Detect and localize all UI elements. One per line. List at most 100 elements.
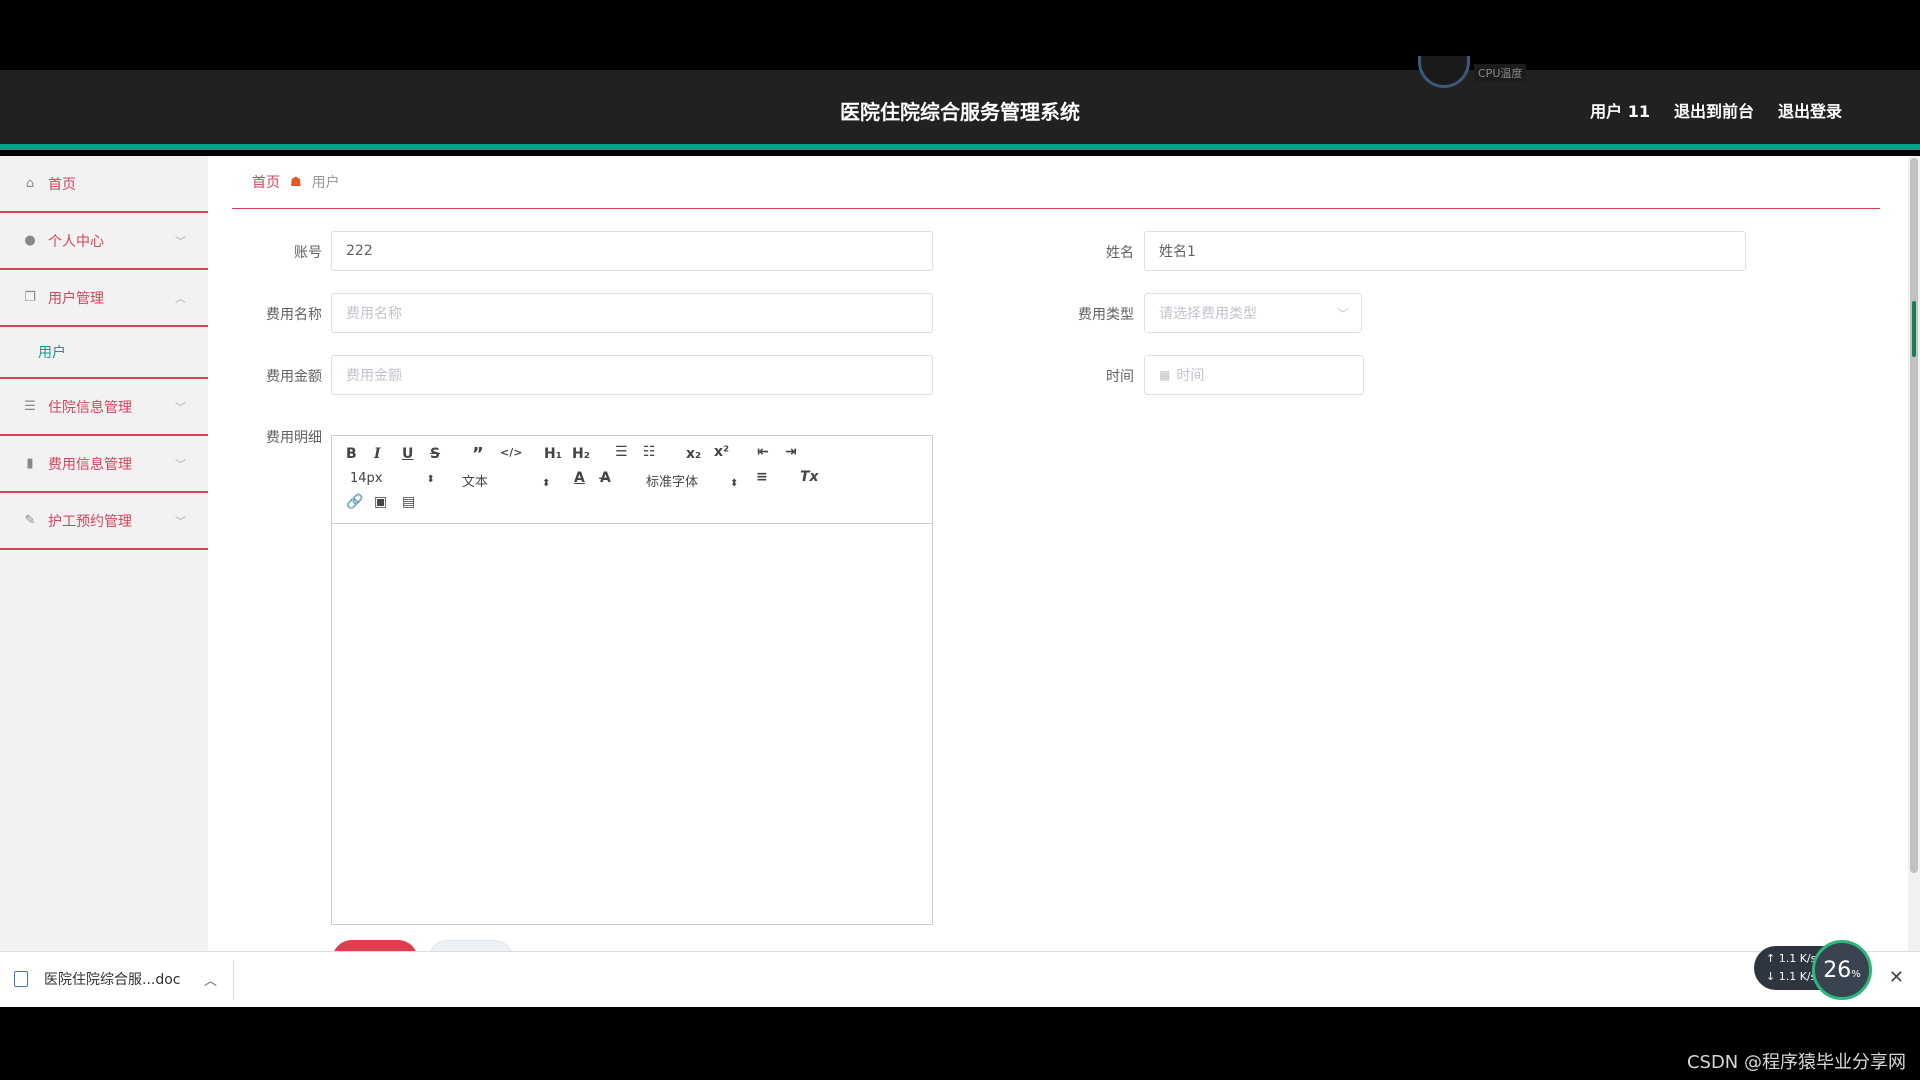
rich-text-editor: B I U S ” </> H₁ H₂ ☰ ☷ x₂ x² ⇤ ⇥ 14px ⬍ … <box>331 435 933 925</box>
gauge-unit: % <box>1851 968 1861 980</box>
fee-type-placeholder: 请选择费用类型 <box>1159 306 1257 322</box>
font-size-value: 14px <box>350 471 383 486</box>
sidebar-item-label: 住院信息管理 <box>48 399 132 416</box>
sidebar-item-label: 费用信息管理 <box>48 456 132 473</box>
code-icon[interactable]: </> <box>500 446 522 459</box>
chevron-down-icon: ﹀ <box>175 457 186 471</box>
editor-toolbar: B I U S ” </> H₁ H₂ ☰ ☷ x₂ x² ⇤ ⇥ 14px ⬍ … <box>332 436 932 524</box>
account-label: 账号 <box>294 245 322 261</box>
fee-detail-label: 费用明细 <box>266 430 322 446</box>
close-icon[interactable]: ✕ <box>1889 967 1904 988</box>
heading1-icon[interactable]: H₁ <box>544 446 562 462</box>
ordered-list-icon[interactable]: ☰ <box>615 444 628 460</box>
chevron-up-icon: ︿ <box>175 291 186 305</box>
cpu-usage-gauge: 26% <box>1812 940 1872 1000</box>
sidebar-item-label: 个人中心 <box>48 233 104 250</box>
upload-value: 1.1 <box>1778 952 1797 965</box>
cpu-label: CPU温度 <box>1474 64 1527 82</box>
breadcrumb-home[interactable]: 首页 <box>252 172 280 192</box>
clear-format-icon[interactable]: Tx <box>800 469 819 485</box>
divider <box>233 960 234 1000</box>
font-family-select[interactable]: 标准字体 ⬍ <box>646 471 738 490</box>
indent-icon[interactable]: ⇥ <box>785 444 797 460</box>
breadcrumb-current: 用户 <box>311 175 340 191</box>
sidebar-item-personal-center[interactable]: ● 个人中心 ﹀ <box>0 213 208 270</box>
gauge-value: 26 <box>1823 957 1852 983</box>
upload-speed: ↑ 1.1 K/s <box>1766 952 1817 965</box>
heading2-icon[interactable]: H₂ <box>572 446 590 462</box>
fee-type-select[interactable]: 请选择费用类型 ﹀ <box>1144 293 1362 333</box>
strikethrough-icon[interactable]: S <box>430 446 440 462</box>
link-icon[interactable]: 🔗 <box>346 494 363 510</box>
fee-type-label: 费用类型 <box>1078 307 1134 323</box>
page-scrollbar[interactable] <box>1908 156 1920 951</box>
sidebar-subitem-user[interactable]: 用户 <box>0 327 208 379</box>
fee-amount-input[interactable]: 费用金额 <box>331 355 933 395</box>
sidebar-item-label: 用户管理 <box>48 290 104 307</box>
sidebar-item-nurse-booking[interactable]: ✎ 护工预约管理 ﹀ <box>0 493 208 550</box>
subscript-icon[interactable]: x₂ <box>686 446 701 462</box>
sidebar-item-user-management[interactable]: ❐ 用户管理 ︿ <box>0 270 208 327</box>
copy-icon: ❐ <box>24 290 36 305</box>
sidebar-item-fee-info[interactable]: ▮ 费用信息管理 ﹀ <box>0 436 208 493</box>
download-value: 1.1 <box>1778 970 1797 983</box>
sidebar-item-label: 护工预约管理 <box>48 513 132 530</box>
fee-name-label: 费用名称 <box>266 307 322 323</box>
sidebar-item-label: 首页 <box>48 176 76 193</box>
logout-link[interactable]: 退出登录 <box>1778 98 1842 122</box>
chevron-down-icon: ﹀ <box>175 514 186 528</box>
breadcrumb-separator-icon: ☗ <box>290 174 302 190</box>
background-color-icon[interactable]: A̶ <box>600 470 611 486</box>
font-family-value: 标准字体 <box>646 475 699 490</box>
chevron-down-icon: ﹀ <box>1336 306 1349 321</box>
fee-amount-label: 费用金额 <box>266 369 322 385</box>
italic-icon[interactable]: I <box>374 446 381 462</box>
select-arrows-icon: ⬍ <box>730 478 739 489</box>
select-arrows-icon: ⬍ <box>426 474 435 485</box>
name-label: 姓名 <box>1106 245 1134 261</box>
download-filename: 医院住院综合服...doc <box>44 972 181 988</box>
name-input[interactable]: 姓名1 <box>1144 231 1746 271</box>
time-picker[interactable]: ▦ 时间 <box>1144 355 1364 395</box>
video-icon[interactable]: ▤ <box>402 494 415 510</box>
paragraph-select[interactable]: 文本 ⬍ <box>462 471 550 490</box>
download-bar: 医院住院综合服...doc ︿ ✕ <box>0 951 1920 1007</box>
bold-icon[interactable]: B <box>346 446 357 462</box>
main-content: 首页 ☗ 用户 账号 222 姓名 姓名1 费用名称 费用名称 费用类型 请选择… <box>208 156 1908 960</box>
calendar-icon: ▦ <box>1159 368 1171 382</box>
chart-icon: ▮ <box>26 456 34 471</box>
chevron-down-icon: ﹀ <box>175 234 186 248</box>
underline-icon[interactable]: U <box>402 446 413 462</box>
exit-to-front-link[interactable]: 退出到前台 <box>1674 98 1754 122</box>
bullet-list-icon[interactable]: ☷ <box>643 444 656 460</box>
font-color-icon[interactable]: A <box>574 470 585 486</box>
superscript-icon[interactable]: x² <box>714 444 729 460</box>
editor-content-area[interactable] <box>332 524 932 924</box>
chevron-up-icon[interactable]: ︿ <box>204 970 217 989</box>
font-size-select[interactable]: 14px ⬍ <box>350 471 435 486</box>
pen-icon: ✎ <box>24 513 36 528</box>
fee-name-input[interactable]: 费用名称 <box>331 293 933 333</box>
list-icon: ☰ <box>24 399 36 414</box>
sidebar: ⌂ 首页 ● 个人中心 ﹀ ❐ 用户管理 ︿ 用户 ☰ 住院信息管理 ﹀ ▮ 费… <box>0 156 208 951</box>
download-speed: ↓ 1.1 K/s <box>1766 970 1817 983</box>
home-icon: ⌂ <box>25 176 35 191</box>
time-label: 时间 <box>1106 369 1134 385</box>
scrollbar-thumb[interactable] <box>1910 158 1918 873</box>
scroll-indicator <box>1912 301 1916 357</box>
outdent-icon[interactable]: ⇤ <box>757 444 769 460</box>
paragraph-value: 文本 <box>462 475 489 490</box>
image-icon[interactable]: ▣ <box>374 494 387 510</box>
user-name-link[interactable]: 用户 11 <box>1590 98 1650 122</box>
align-icon[interactable]: ≡ <box>756 469 768 485</box>
time-placeholder: 时间 <box>1176 368 1205 384</box>
select-arrows-icon: ⬍ <box>542 478 551 489</box>
download-item[interactable]: 医院住院综合服...doc <box>14 969 181 989</box>
blockquote-icon[interactable]: ” <box>472 444 484 465</box>
chevron-down-icon: ﹀ <box>175 400 186 414</box>
sidebar-item-home[interactable]: ⌂ 首页 <box>0 156 208 213</box>
sidebar-item-hospital-info[interactable]: ☰ 住院信息管理 ﹀ <box>0 379 208 436</box>
account-input[interactable]: 222 <box>331 231 933 271</box>
user-icon: ● <box>24 233 36 248</box>
top-header: 医院住院综合服务管理系统 用户 11 退出到前台 退出登录 <box>0 70 1920 150</box>
